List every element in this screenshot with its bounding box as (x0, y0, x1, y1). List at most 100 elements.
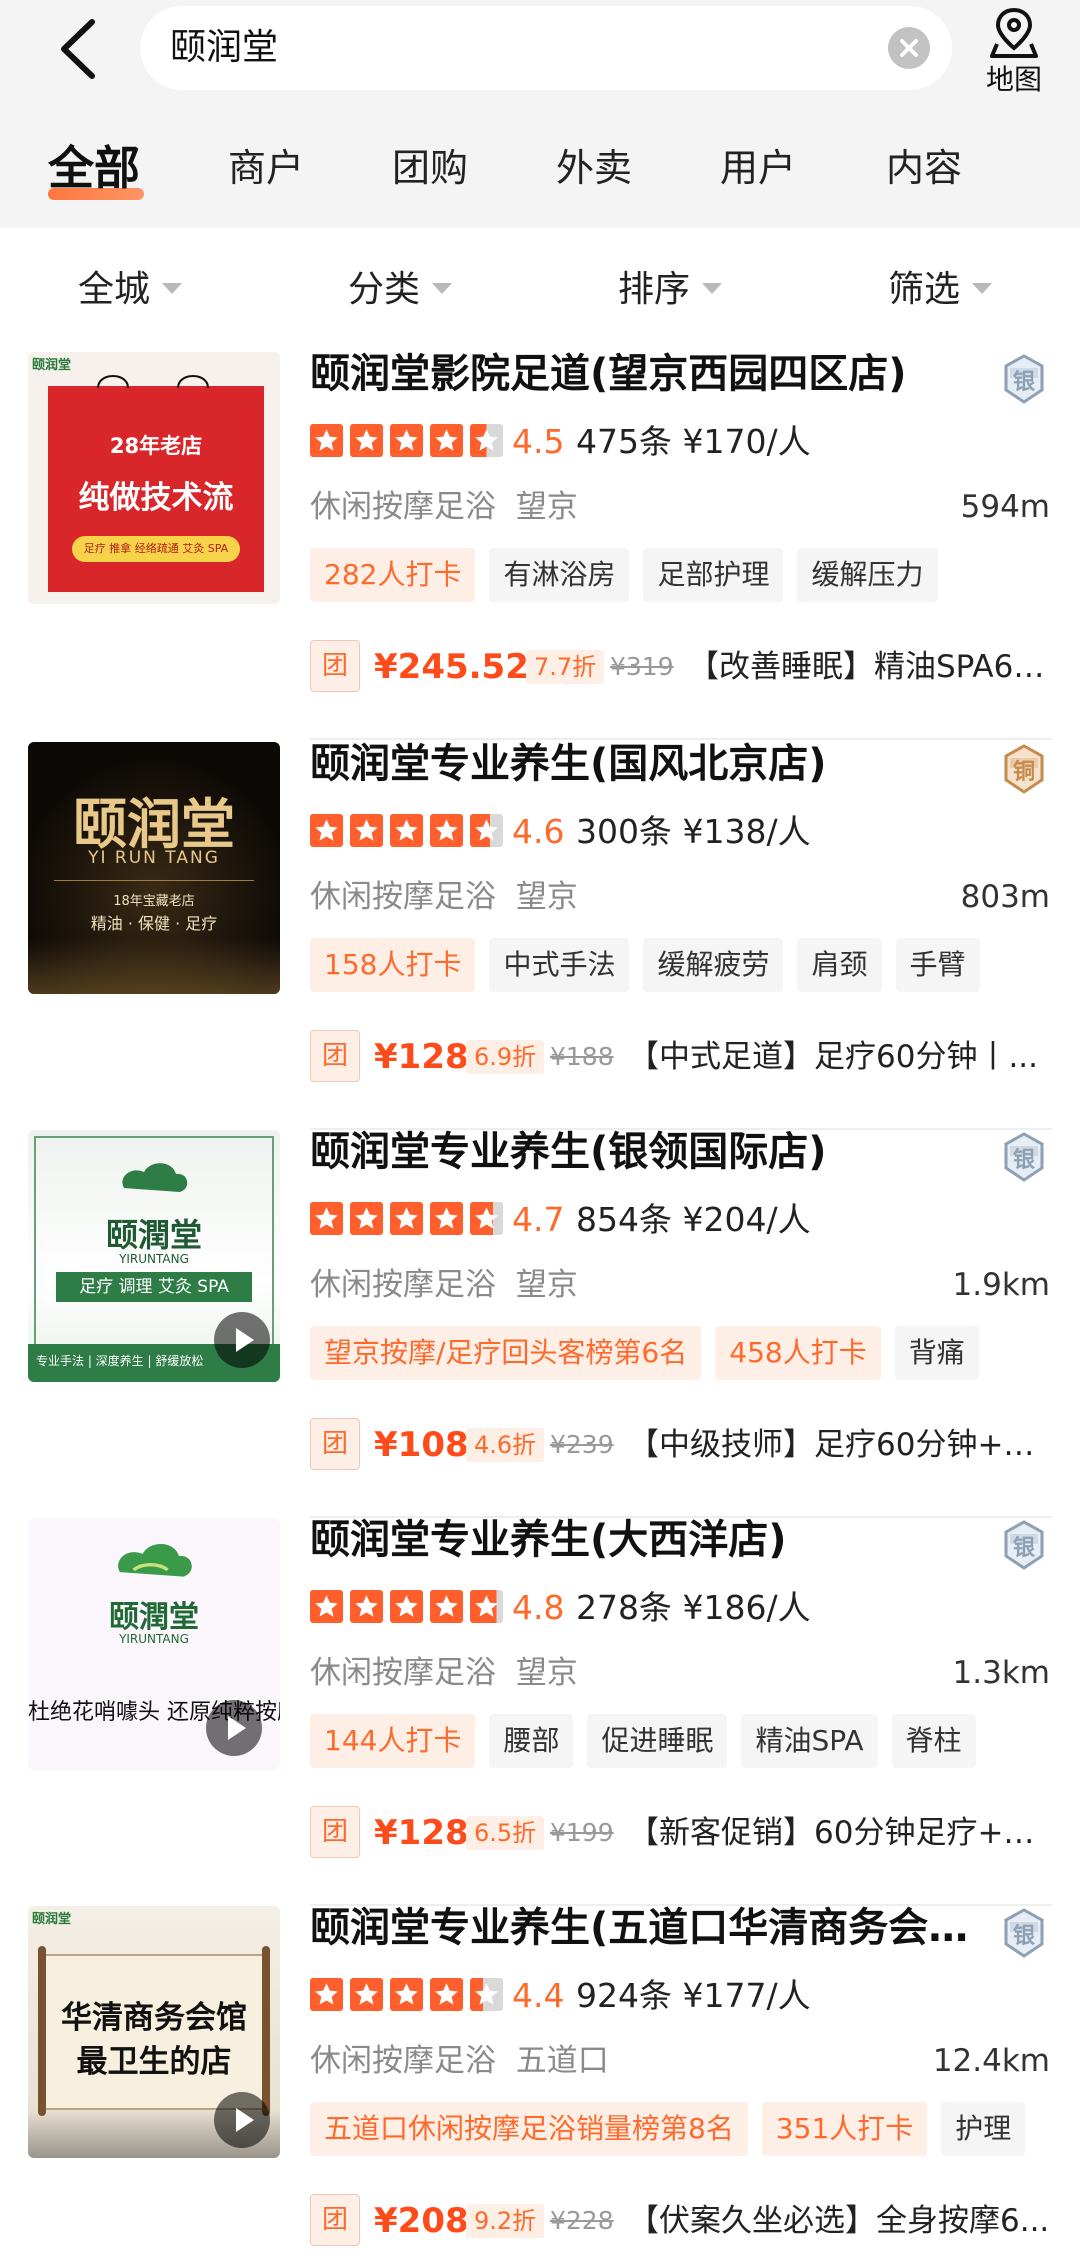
shop-area: 五道口 (515, 2043, 609, 2079)
filter-sort[interactable]: 排序 (618, 250, 723, 330)
tag: 351人打卡 (761, 2102, 928, 2156)
group-deal[interactable]: 团 ¥245.52 7.7折 ¥319 【改善睡眠】精油SPA60... (310, 640, 1050, 694)
cloud-logo-icon (118, 1543, 192, 1577)
group-deal[interactable]: 团 ¥208 9.2折 ¥228 【伏案久坐必选】全身按摩6... (310, 2194, 1050, 2248)
deal-discount: 6.5折 (466, 1816, 545, 1850)
star-icon (390, 1978, 423, 2011)
gold-swirl-decoration (28, 938, 280, 994)
deal-discount: 9.2折 (466, 2204, 545, 2238)
tag: 足部护理 (643, 548, 784, 602)
deal-description: 【中级技师】足疗60分钟+肩... (628, 1427, 1050, 1463)
star-icon (350, 1590, 383, 1623)
top-header: 颐润堂 地图 全部 商户 团购 外卖 用户 内容 (0, 0, 1080, 228)
shop-thumbnail[interactable]: 颐潤堂 YIRUNTANG 杜绝花哨噱头 还原纯粹按摩 (28, 1518, 280, 1770)
result-card[interactable]: 颐润堂 28年老店 纯做技术流 足疗 推拿 经络疏通 艾灸 SPA 颐润堂影院足… (0, 351, 1080, 740)
clear-button[interactable] (888, 27, 930, 69)
distance: 1.3km (952, 1655, 1050, 1691)
shop-thumbnail[interactable]: 颐润堂 华清商务会馆 最卫生的店 (28, 1906, 280, 2158)
close-icon (900, 39, 918, 57)
shop-title[interactable]: 颐润堂专业养生(国风北京店) (310, 734, 970, 794)
star-icon (430, 814, 463, 847)
search-input[interactable]: 颐润堂 (170, 6, 278, 90)
search-bar[interactable]: 颐润堂 (140, 6, 952, 90)
star-icon (390, 424, 423, 457)
tag: 158人打卡 (310, 938, 476, 992)
result-card[interactable]: 颐润堂 华清商务会馆 最卫生的店 颐润堂专业养生(五道口华清商务会... 银 4… (0, 1905, 1080, 2256)
deal-discount: 6.9折 (466, 1040, 545, 1074)
deal-price: ¥208 (374, 2201, 469, 2241)
deal-price: ¥245.52 (374, 647, 529, 687)
star-icon (470, 1202, 503, 1235)
star-icon (390, 814, 423, 847)
filter-more[interactable]: 筛选 (888, 250, 993, 330)
caret-down-icon (702, 282, 723, 294)
group-buy-badge: 团 (310, 2194, 360, 2246)
result-card[interactable]: 颐潤堂 YIRUNTANG 杜绝花哨噱头 还原纯粹按摩 颐润堂专业养生(大西洋店… (0, 1517, 1080, 1906)
filter-category[interactable]: 分类 (348, 250, 453, 330)
map-button[interactable]: 地图 (964, 2, 1064, 102)
shop-thumbnail[interactable]: 颐润堂 YI RUN TANG 18年宝藏老店 精油 · 保健 · 足疗 (28, 742, 280, 994)
star-icon (310, 1202, 343, 1235)
filter-city[interactable]: 全城 (78, 250, 183, 330)
shop-meta: 休闲按摩足浴 望京 (310, 1258, 578, 1312)
shop-area: 望京 (515, 1267, 578, 1303)
rating-score: 4.8 (512, 1588, 565, 1627)
tab-bar: 全部 商户 团购 外卖 用户 内容 (0, 128, 1080, 208)
tag: 458人打卡 (715, 1326, 881, 1380)
tag: 精油SPA (741, 1714, 878, 1768)
shop-title[interactable]: 颐润堂专业养生(五道口华清商务会... (310, 1898, 970, 1958)
group-deal[interactable]: 团 ¥128 6.9折 ¥188 【中式足道】足疗60分钟丨... (310, 1030, 1050, 1084)
medal-badge: 银 (1002, 1520, 1046, 1570)
tab-merchants[interactable]: 商户 (228, 128, 304, 208)
review-count-and-price: 475条 ¥170/人 (576, 414, 811, 470)
tab-delivery[interactable]: 外卖 (556, 128, 632, 208)
review-count: 278条 (576, 1588, 672, 1627)
group-deal[interactable]: 团 ¥108 4.6折 ¥239 【中级技师】足疗60分钟+肩... (310, 1418, 1050, 1472)
filter-bar: 全城 分类 排序 筛选 (0, 250, 1080, 330)
shop-thumbnail[interactable]: 颐潤堂 YIRUNTANG 足疗 调理 艾灸 SPA 专业手法 | 深度养生 |… (28, 1130, 280, 1382)
review-count-and-price: 924条 ¥177/人 (576, 1968, 811, 2024)
caret-down-icon (972, 282, 993, 294)
deal-discount: 4.6折 (466, 1428, 545, 1462)
group-deal[interactable]: 团 ¥128 6.5折 ¥199 【新客促销】60分钟足疗+肩... (310, 1806, 1050, 1860)
tag: 脊柱 (891, 1714, 976, 1768)
tab-content[interactable]: 内容 (886, 128, 962, 208)
shop-thumbnail[interactable]: 颐润堂 28年老店 纯做技术流 足疗 推拿 经络疏通 艾灸 SPA (28, 352, 280, 604)
deal-original-price: ¥199 (550, 1818, 614, 1847)
result-card[interactable]: 颐润堂 YI RUN TANG 18年宝藏老店 精油 · 保健 · 足疗 颐润堂… (0, 741, 1080, 1130)
thumb-text: 纯做技术流 (78, 480, 234, 516)
result-card[interactable]: 颐潤堂 YIRUNTANG 足疗 调理 艾灸 SPA 专业手法 | 深度养生 |… (0, 1129, 1080, 1518)
shop-title[interactable]: 颐润堂专业养生(大西洋店) (310, 1510, 970, 1570)
back-button[interactable] (50, 14, 110, 84)
per-person-price: ¥186/人 (682, 1588, 811, 1627)
tag-list: 144人打卡 腰部 促进睡眠 精油SPA 脊柱 (310, 1714, 990, 1768)
play-icon[interactable] (214, 1312, 270, 1368)
review-count: 475条 (576, 422, 672, 461)
shop-area: 望京 (515, 879, 578, 915)
group-buy-badge: 团 (310, 1418, 360, 1470)
play-icon[interactable] (214, 2092, 270, 2148)
medal-badge: 铜 (1002, 744, 1046, 794)
per-person-price: ¥170/人 (682, 422, 811, 461)
shop-meta: 休闲按摩足浴 望京 (310, 480, 578, 534)
thumb-text: YI RUN TANG (88, 848, 220, 868)
medal-badge: 银 (1002, 1908, 1046, 1958)
tab-all[interactable]: 全部 (48, 128, 140, 208)
play-icon[interactable] (206, 1700, 262, 1756)
tab-group-buy[interactable]: 团购 (392, 128, 468, 208)
divider-line (54, 880, 254, 881)
chevron-left-icon (61, 19, 95, 79)
shop-title[interactable]: 颐润堂专业养生(银领国际店) (310, 1122, 970, 1182)
thumb-text: YIRUNTANG (119, 1252, 189, 1266)
tab-users[interactable]: 用户 (720, 128, 796, 208)
tag: 282人打卡 (310, 548, 476, 602)
review-count: 924条 (576, 1976, 672, 2015)
shop-category: 休闲按摩足浴 (310, 2043, 496, 2079)
filter-category-label: 分类 (348, 269, 421, 310)
thumb-text: 18年宝藏老店 (113, 894, 195, 909)
group-buy-badge: 团 (310, 1030, 360, 1082)
shop-meta: 休闲按摩足浴 望京 (310, 870, 578, 924)
cloud-logo-icon (122, 1163, 188, 1192)
shop-title[interactable]: 颐润堂影院足道(望京西园四区店) (310, 344, 970, 404)
tag: 背痛 (894, 1326, 979, 1380)
